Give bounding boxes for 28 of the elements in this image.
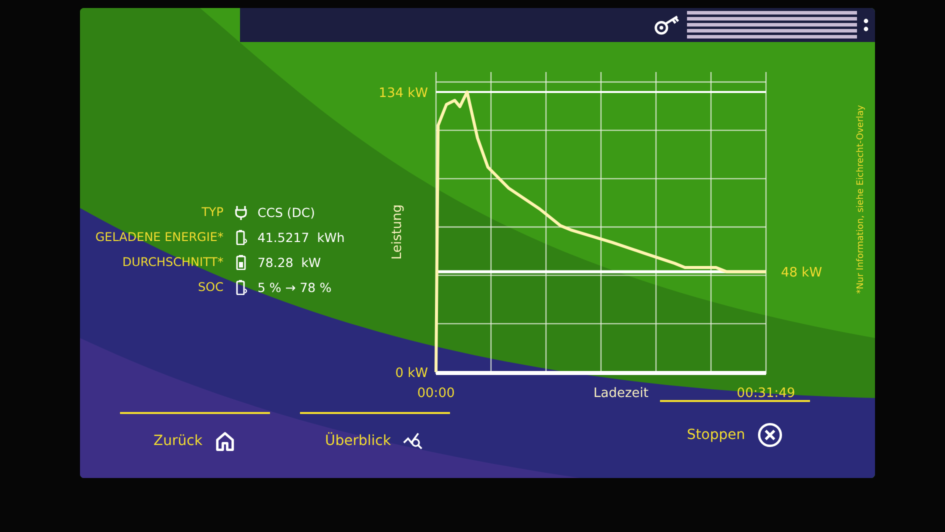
info-label: DURCHSCHNITT* xyxy=(122,255,224,269)
x-axis-label: Ladezeit xyxy=(594,386,648,401)
info-value: CCS (DC) xyxy=(257,204,315,220)
key-icon xyxy=(653,14,681,36)
info-label: GELADENE ENERGIE* xyxy=(95,230,224,244)
nav-button[interactable]: Zurück xyxy=(120,412,270,456)
y-tick-label: 0 kW xyxy=(395,366,428,381)
home-icon xyxy=(214,430,236,452)
info-value: 41.5217 kWh xyxy=(257,230,345,244)
info-label: SOC xyxy=(198,280,224,294)
nav-button[interactable]: Überblick xyxy=(300,412,450,456)
info-label: TYP xyxy=(202,205,224,219)
battery-icon xyxy=(235,279,248,295)
info-value: 78.28 kW xyxy=(257,254,321,270)
x-tick-label: 00:31:49 xyxy=(736,386,796,401)
close-icon xyxy=(757,422,784,448)
battery-icon xyxy=(235,254,248,270)
y-axis-label: Leistung xyxy=(390,204,405,260)
x-tick-label: 00:00 xyxy=(417,386,455,401)
nav-button[interactable]: Stoppen xyxy=(660,400,810,456)
more-icon[interactable] xyxy=(863,17,869,33)
y-tick-label: 134 kW xyxy=(378,86,428,101)
reference-label: 48 kW xyxy=(781,266,822,281)
plug-icon xyxy=(235,204,248,220)
info-value: 5 % → 78 % xyxy=(257,280,332,294)
battery-icon xyxy=(235,229,248,245)
chart-search-icon xyxy=(402,430,425,452)
footnote: *Nur Information, siehe Eichrecht-Overlay xyxy=(855,105,867,294)
